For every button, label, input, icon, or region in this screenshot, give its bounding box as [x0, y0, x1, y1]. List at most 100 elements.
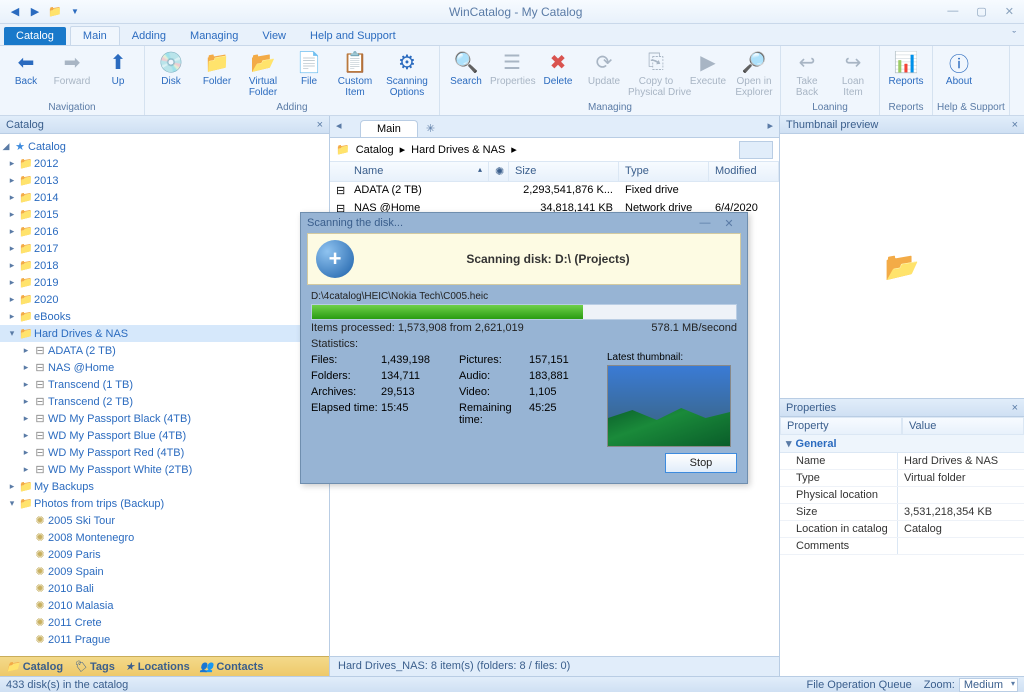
breadcrumb-item[interactable]: Hard Drives & NAS [411, 144, 505, 156]
breadcrumb[interactable]: 📁 Catalog▸ Hard Drives & NAS▸ [330, 138, 779, 162]
ribbon-minimize-icon[interactable]: ˇ [1004, 27, 1024, 45]
view-mode-button[interactable] [739, 141, 773, 159]
update-button[interactable]: ⟳Update [582, 48, 626, 87]
col-value[interactable]: Value [902, 417, 1024, 435]
btab-tags[interactable]: 🏷Tags [73, 660, 115, 673]
tree-item[interactable]: ▸📁2013 [0, 172, 329, 189]
tab-adding[interactable]: Adding [120, 27, 178, 45]
back-button[interactable]: ⬅Back [4, 48, 48, 87]
execute-button[interactable]: ▶Execute [686, 48, 730, 87]
tree-item[interactable]: ▸⊟NAS @Home [0, 359, 329, 376]
tree-item[interactable]: ▸📁2018 [0, 257, 329, 274]
tab-nav-right-icon[interactable]: ▸ [767, 119, 773, 132]
col-name[interactable]: Name▴ [348, 162, 489, 181]
btab-catalog[interactable]: 📁Catalog [6, 660, 63, 673]
minimize-button[interactable]: — [947, 5, 958, 18]
col-size[interactable]: Size [509, 162, 619, 181]
tree-root[interactable]: ◢★Catalog [0, 138, 329, 155]
tree-item[interactable]: ▸📁2017 [0, 240, 329, 257]
loan-item-button[interactable]: ↪Loan Item [831, 48, 875, 98]
qat-forward-icon[interactable]: ▶ [26, 3, 44, 21]
tree-item[interactable]: ▸⊟Transcend (2 TB) [0, 393, 329, 410]
reports-button[interactable]: 📊Reports [884, 48, 928, 87]
col-modified[interactable]: Modified [709, 162, 779, 181]
breadcrumb-item[interactable]: Catalog [356, 144, 394, 156]
tab-view[interactable]: View [250, 27, 298, 45]
tree-item[interactable]: ▸⊟WD My Passport Black (4TB) [0, 410, 329, 427]
tab-nav-left-icon[interactable]: ◂ [336, 119, 342, 132]
search-button[interactable]: 🔍Search [444, 48, 488, 87]
take-back-button[interactable]: ↩Take Back [785, 48, 829, 98]
scanning-options-button[interactable]: ⚙Scanning Options [379, 48, 435, 98]
tree-item[interactable]: ✺2010 Malasia [0, 597, 329, 614]
properties-button[interactable]: ☰Properties [490, 48, 534, 87]
tree-item[interactable]: ▸📁2014 [0, 189, 329, 206]
maximize-button[interactable]: ▢ [976, 5, 986, 18]
btab-contacts[interactable]: 👥Contacts [200, 660, 264, 673]
qat-folder-icon[interactable]: 📁 [46, 3, 64, 21]
virtual-folder-button[interactable]: 📂Virtual Folder [241, 48, 285, 98]
panel-close-icon[interactable]: × [1012, 119, 1018, 131]
tree-item[interactable]: ▸⊟WD My Passport Red (4TB) [0, 444, 329, 461]
property-row[interactable]: NameHard Drives & NAS [780, 453, 1024, 470]
property-row[interactable]: Location in catalogCatalog [780, 521, 1024, 538]
property-row[interactable]: TypeVirtual folder [780, 470, 1024, 487]
tree-item[interactable]: ✺2011 Crete [0, 614, 329, 631]
content-tab-new[interactable]: ✳ [418, 120, 443, 137]
tree-item[interactable]: ✺2005 Ski Tour [0, 512, 329, 529]
property-row[interactable]: Comments [780, 538, 1024, 555]
zoom-combo[interactable]: Medium [959, 678, 1018, 692]
tree-item[interactable]: ✺2009 Spain [0, 563, 329, 580]
tab-help[interactable]: Help and Support [298, 27, 408, 45]
content-tab-main[interactable]: Main [360, 120, 418, 137]
up-button[interactable]: ⬆Up [96, 48, 140, 87]
file-op-queue[interactable]: File Operation Queue [807, 679, 912, 691]
tree-item[interactable]: ▸📁2012 [0, 155, 329, 172]
list-row[interactable]: ⊟ADATA (2 TB)2,293,541,876 K...Fixed dri… [330, 182, 779, 200]
close-button[interactable]: ✕ [1005, 5, 1014, 18]
tree-item[interactable]: ▸⊟WD My Passport White (2TB) [0, 461, 329, 478]
about-button[interactable]: ⓘAbout [937, 48, 981, 87]
col-icon[interactable] [330, 162, 348, 181]
property-row[interactable]: Physical location [780, 487, 1024, 504]
tree-item[interactable]: ▸📁2020 [0, 291, 329, 308]
tree-item[interactable]: ▾📁Photos from trips (Backup) [0, 495, 329, 512]
breadcrumb-home-icon[interactable]: 📁 [336, 143, 350, 156]
col-property[interactable]: Property [780, 417, 902, 435]
tree-item[interactable]: ▸📁eBooks [0, 308, 329, 325]
tab-catalog[interactable]: Catalog [4, 27, 66, 45]
delete-button[interactable]: ✖Delete [536, 48, 580, 87]
catalog-tree[interactable]: ◢★Catalog▸📁2012▸📁2013▸📁2014▸📁2015▸📁2016▸… [0, 134, 329, 656]
panel-close-icon[interactable]: × [317, 119, 323, 131]
forward-button[interactable]: ➡Forward [50, 48, 94, 87]
tree-item[interactable]: ✺2010 Bali [0, 580, 329, 597]
col-type[interactable]: Type [619, 162, 709, 181]
tree-item[interactable]: ✺2008 Montenegro [0, 529, 329, 546]
tab-main[interactable]: Main [70, 26, 120, 45]
disk-button[interactable]: 💿Disk [149, 48, 193, 87]
tree-item[interactable]: ▸📁2016 [0, 223, 329, 240]
stop-button[interactable]: Stop [665, 453, 737, 473]
tree-item[interactable]: ▸⊟Transcend (1 TB) [0, 376, 329, 393]
qat-back-icon[interactable]: ◀ [6, 3, 24, 21]
property-row[interactable]: Size3,531,218,354 KB [780, 504, 1024, 521]
tree-item[interactable]: ▸⊟ADATA (2 TB) [0, 342, 329, 359]
qat-dropdown-icon[interactable]: ▼ [66, 3, 84, 21]
tree-item[interactable]: ▾📁Hard Drives & NAS [0, 325, 329, 342]
tree-item[interactable]: ▸⊟WD My Passport Blue (4TB) [0, 427, 329, 444]
dialog-close-icon[interactable]: ✕ [717, 217, 741, 230]
tree-item[interactable]: ▸📁My Backups [0, 478, 329, 495]
tree-item[interactable]: ▸📁2019 [0, 274, 329, 291]
panel-close-icon[interactable]: × [1012, 402, 1018, 414]
prop-group-general[interactable]: ▾General [780, 435, 1024, 453]
folder-button[interactable]: 📁Folder [195, 48, 239, 87]
file-button[interactable]: 📄File [287, 48, 331, 87]
custom-item-button[interactable]: 📋Custom Item [333, 48, 377, 98]
tree-item[interactable]: ▸📁2015 [0, 206, 329, 223]
col-gear-icon[interactable]: ✺ [489, 162, 509, 181]
tab-managing[interactable]: Managing [178, 27, 250, 45]
copy-to-drive-button[interactable]: ⎘Copy to Physical Drive [628, 48, 684, 98]
open-explorer-button[interactable]: 🔎Open in Explorer [732, 48, 776, 98]
tree-item[interactable]: ✺2011 Prague [0, 631, 329, 648]
tree-item[interactable]: ✺2009 Paris [0, 546, 329, 563]
